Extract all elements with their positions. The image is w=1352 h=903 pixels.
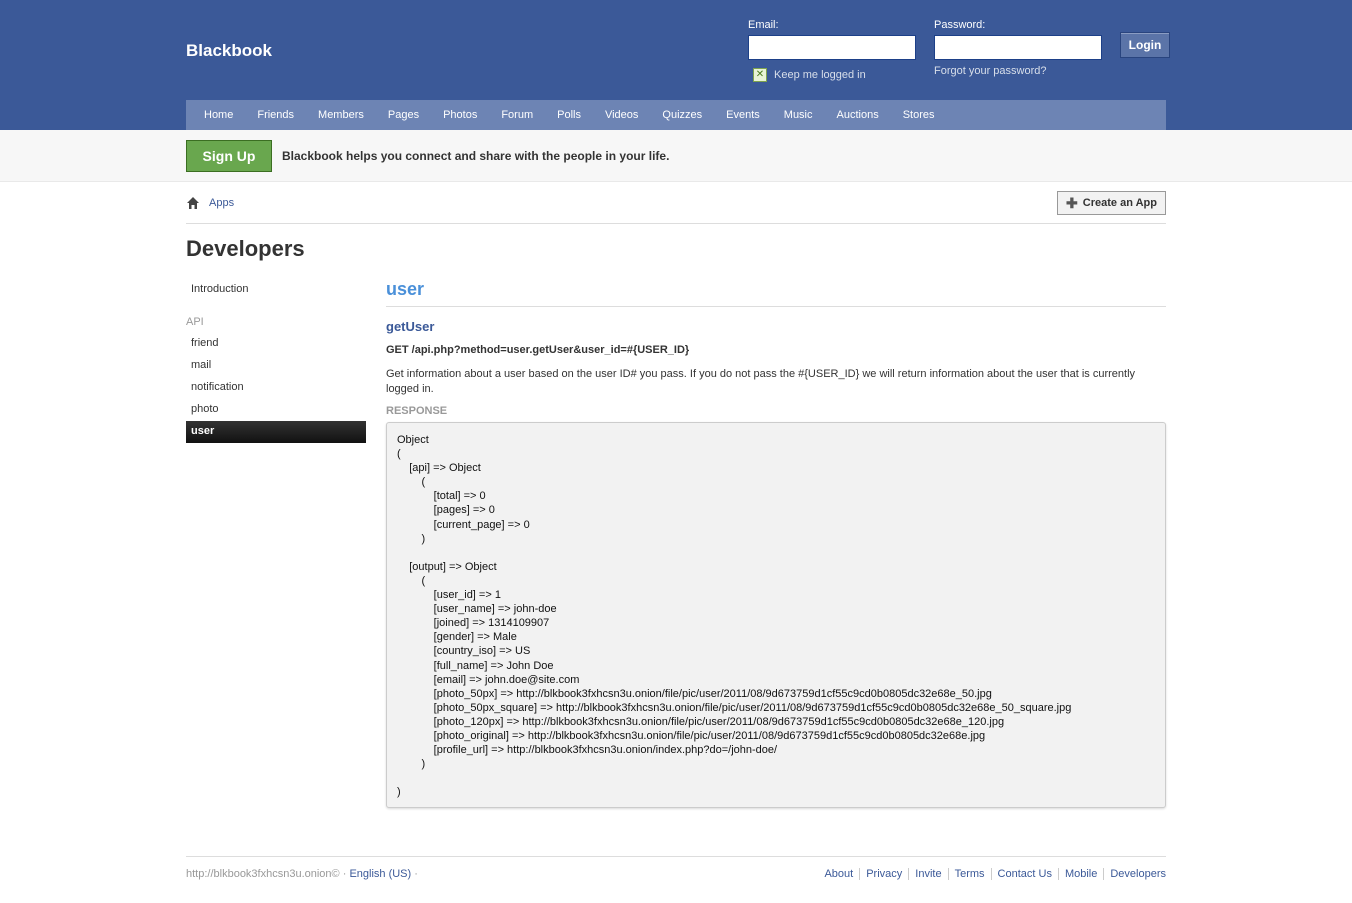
code-line: [gender] => Male: [397, 631, 517, 644]
sidebar: Introduction API friend mail notificatio…: [186, 279, 366, 443]
code-line: [total] => 0: [397, 490, 486, 503]
code-line: [photo_50px] => http://blkbook3fxhcsn3u.…: [397, 687, 992, 700]
code-line: (: [397, 448, 401, 461]
code-line: [api] => Object: [397, 462, 481, 475]
sidebar-item-friend[interactable]: friend: [186, 333, 366, 355]
site-logo[interactable]: Blackbook: [186, 41, 272, 61]
code-line: (: [397, 476, 426, 489]
forgot-password-link[interactable]: Forgot your password?: [934, 65, 1047, 77]
response-code-block: Object ( [api] => Object ( [total] => 0 […: [386, 422, 1166, 808]
sidebar-item-photo[interactable]: photo: [186, 399, 366, 421]
code-line: [user_name] => john-doe: [397, 603, 557, 616]
method-description: Get information about a user based on th…: [386, 368, 1136, 395]
footer-invite[interactable]: Invite: [908, 868, 947, 880]
code-line: [joined] => 1314109907: [397, 617, 550, 630]
code-line: [photo_120px] => http://blkbook3fxhcsn3u…: [397, 715, 1005, 728]
breadcrumb-apps[interactable]: Apps: [209, 197, 234, 209]
create-app-button[interactable]: ✚ Create an App: [1057, 191, 1166, 215]
page-title: Developers: [186, 236, 305, 261]
footer-links: About Privacy Invite Terms Contact Us Mo…: [818, 868, 1166, 880]
keep-logged-in[interactable]: ✕ Keep me logged in: [753, 68, 866, 82]
checkbox-checked-icon[interactable]: ✕: [753, 68, 767, 82]
code-line: [email] => john.doe@site.com: [397, 673, 580, 686]
signup-bar: Sign Up Blackbook helps you connect and …: [0, 130, 1352, 182]
main-content: user getUser GET /api.php?method=user.ge…: [386, 279, 1166, 808]
endpoint: GET /api.php?method=user.getUser&user_id…: [386, 344, 690, 356]
footer-site: http://blkbook3fxhcsn3u.onion© ·: [186, 868, 350, 880]
footer-developers[interactable]: Developers: [1103, 868, 1166, 880]
home-icon[interactable]: [186, 196, 200, 210]
footer-copyright: http://blkbook3fxhcsn3u.onion© · English…: [186, 868, 418, 880]
code-line: [user_id] => 1: [397, 589, 501, 602]
nav-stores[interactable]: Stores: [891, 109, 947, 121]
nav-friends[interactable]: Friends: [245, 109, 306, 121]
main-nav: Home Friends Members Pages Photos Forum …: [186, 100, 1166, 130]
code-line: [output] => Object: [397, 560, 497, 573]
sidebar-item-user[interactable]: user: [186, 421, 366, 443]
nav-members[interactable]: Members: [306, 109, 376, 121]
header: Blackbook Email: Password: Login ✕ Keep …: [0, 0, 1352, 130]
footer-divider: [186, 856, 1166, 857]
nav-events[interactable]: Events: [714, 109, 772, 121]
breadcrumb: Apps: [186, 196, 234, 210]
sidebar-section-api: API: [186, 316, 204, 328]
code-line: [country_iso] => US: [397, 645, 531, 658]
code-line: [current_page] => 0: [397, 518, 530, 531]
method-title: getUser: [386, 319, 435, 334]
nav-photos[interactable]: Photos: [431, 109, 489, 121]
code-line: Object: [397, 434, 429, 446]
footer-terms[interactable]: Terms: [947, 868, 991, 880]
footer-trail: ·: [411, 868, 418, 880]
nav-auctions[interactable]: Auctions: [825, 109, 891, 121]
nav-quizzes[interactable]: Quizzes: [650, 109, 714, 121]
response-label: RESPONSE: [386, 405, 448, 417]
nav-forum[interactable]: Forum: [489, 109, 545, 121]
sidebar-item-mail[interactable]: mail: [186, 355, 366, 377]
nav-home[interactable]: Home: [192, 109, 245, 121]
create-app-label: Create an App: [1082, 197, 1157, 209]
code-line: [photo_original] => http://blkbook3fxhcs…: [397, 729, 986, 742]
content-title: user: [386, 279, 1166, 307]
email-label: Email:: [748, 19, 779, 31]
footer-about[interactable]: About: [818, 868, 859, 880]
code-line: ): [397, 532, 426, 545]
plus-icon: ✚: [1066, 195, 1078, 211]
footer-privacy[interactable]: Privacy: [859, 868, 908, 880]
signup-tagline: Blackbook helps you connect and share wi…: [282, 149, 670, 163]
nav-pages[interactable]: Pages: [376, 109, 431, 121]
login-button[interactable]: Login: [1120, 32, 1170, 58]
sign-up-button[interactable]: Sign Up: [186, 140, 272, 172]
sidebar-item-notification[interactable]: notification: [186, 377, 366, 399]
nav-videos[interactable]: Videos: [593, 109, 650, 121]
code-line: ): [397, 758, 426, 771]
code-line: [profile_url] => http://blkbook3fxhcsn3u…: [397, 744, 778, 757]
code-line: (: [397, 574, 426, 587]
divider: [186, 223, 1166, 224]
email-input[interactable]: [748, 35, 916, 60]
nav-polls[interactable]: Polls: [545, 109, 593, 121]
footer-contact[interactable]: Contact Us: [990, 868, 1058, 880]
password-label: Password:: [934, 19, 986, 31]
password-input[interactable]: [934, 35, 1102, 60]
sidebar-item-introduction[interactable]: Introduction: [186, 279, 366, 301]
code-line: [pages] => 0: [397, 504, 495, 517]
code-line: [full_name] => John Doe: [397, 659, 554, 672]
code-line: [photo_50px_square] => http://blkbook3fx…: [397, 701, 1072, 714]
nav-music[interactable]: Music: [772, 109, 825, 121]
footer-mobile[interactable]: Mobile: [1057, 868, 1103, 880]
keep-logged-in-label: Keep me logged in: [774, 69, 866, 81]
code-line: ): [397, 786, 401, 799]
language-link[interactable]: English (US): [349, 868, 411, 880]
